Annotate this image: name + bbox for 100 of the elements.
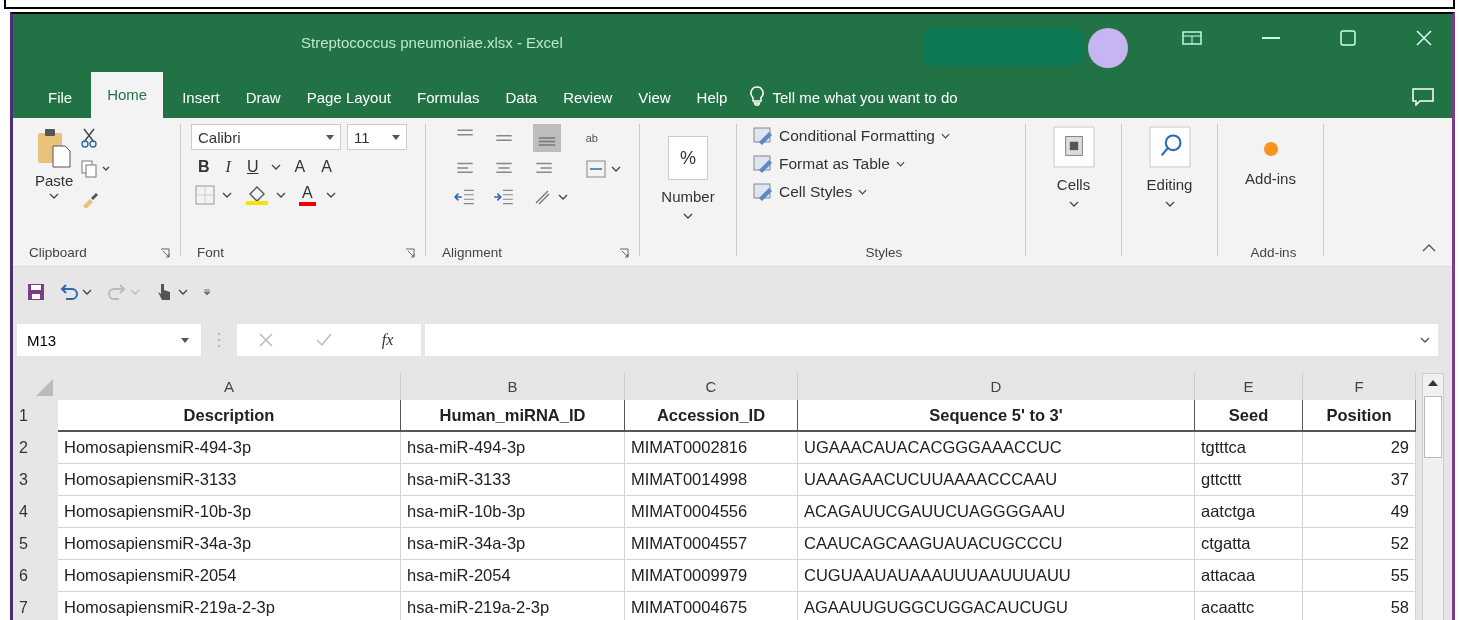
ribbon-tab[interactable]: Help [683, 78, 741, 118]
maximize-icon[interactable] [1340, 30, 1356, 46]
ribbon-tab[interactable]: Formulas [403, 78, 493, 118]
scroll-up-icon[interactable] [1428, 380, 1438, 386]
group-label: Add-ins [1250, 245, 1297, 260]
italic-button[interactable]: I [222, 158, 234, 176]
editing-button[interactable]: Editing [1146, 176, 1193, 193]
wrap-text-button[interactable]: ab [585, 132, 598, 144]
caret-icon[interactable] [895, 161, 905, 167]
caret-icon[interactable] [392, 134, 400, 140]
bottom-align-icon[interactable] [532, 124, 561, 152]
ribbon-display-icon[interactable] [1182, 31, 1202, 45]
ribbon-tab[interactable]: Data [492, 78, 551, 118]
table-cell: MIMAT0014998 [625, 464, 798, 496]
dialog-launcher-icon[interactable] [405, 247, 415, 258]
table-cell: tgtttca [1195, 432, 1303, 464]
underline-button[interactable]: U [243, 158, 262, 176]
caret-icon[interactable] [858, 189, 868, 195]
dialog-launcher-icon[interactable] [619, 247, 629, 258]
insert-function-button[interactable]: fx [375, 330, 400, 350]
customize-toolbar-icon[interactable] [203, 288, 211, 296]
scroll-thumb[interactable] [1424, 396, 1442, 458]
number-format-button[interactable]: Number [661, 188, 715, 205]
merge-icon[interactable] [585, 159, 622, 179]
collapse-ribbon-icon[interactable] [1422, 244, 1436, 252]
row-header[interactable]: 2 [13, 432, 58, 464]
avatar[interactable] [1088, 28, 1128, 68]
table-style-icon [753, 182, 773, 202]
formula-input[interactable] [425, 324, 1438, 356]
vertical-scrollbar[interactable] [1422, 373, 1444, 620]
ribbon-tab[interactable]: File [35, 78, 86, 118]
styles-menu-button[interactable]: Conditional Formatting [753, 126, 1015, 146]
caret-icon[interactable] [940, 133, 950, 139]
ribbon-tab[interactable]: Page Layout [293, 78, 404, 118]
caret-icon[interactable] [271, 164, 282, 170]
row-header[interactable]: 3 [13, 464, 58, 496]
table-cell: Sequence 5' to 3' [798, 400, 1195, 432]
ribbon-tab[interactable]: View [625, 78, 684, 118]
search-prompt[interactable]: Tell me what you want to do [772, 78, 958, 118]
font-name-field[interactable]: Calibri [191, 124, 341, 150]
lightbulb-icon[interactable] [750, 86, 765, 106]
dialog-launcher-icon[interactable] [160, 247, 170, 258]
cut-icon[interactable] [81, 128, 98, 148]
save-icon[interactable] [27, 283, 45, 301]
table-cell: 52 [1303, 528, 1416, 560]
table-cell: 55 [1303, 560, 1416, 592]
ribbon-tab[interactable]: Review [550, 78, 626, 118]
caret-icon[interactable] [181, 337, 189, 343]
table-cell: HomosapiensmiR-10b-3p [58, 496, 401, 528]
close-icon[interactable] [1416, 30, 1432, 46]
group-label: Font [197, 245, 224, 260]
row-header[interactable]: 5 [13, 528, 58, 560]
font-color-button[interactable]: A [299, 184, 316, 206]
comment-icon[interactable] [1412, 88, 1434, 106]
table-cell: hsa-miR-34a-3p [401, 528, 625, 560]
row-header[interactable]: 1 [13, 400, 58, 432]
add-ins-button[interactable]: Add-ins [1245, 170, 1296, 187]
more-icon [217, 332, 221, 348]
bold-button[interactable]: B [195, 158, 213, 176]
table-cell: HomosapiensmiR-3133 [58, 464, 401, 496]
expand-icon[interactable] [1420, 337, 1430, 343]
copy-icon[interactable] [81, 160, 112, 178]
row-header[interactable]: 4 [13, 496, 58, 528]
shrink-font-button[interactable]: A [318, 158, 335, 176]
table-style-icon [753, 126, 773, 146]
caret-icon[interactable] [1164, 201, 1175, 207]
caret-icon[interactable] [49, 193, 60, 199]
search-icon[interactable] [1148, 126, 1191, 168]
row-header[interactable]: 7 [13, 592, 58, 620]
caret-icon[interactable] [326, 134, 334, 140]
cells-icon[interactable] [1052, 126, 1095, 168]
ribbon-tab[interactable]: Draw [232, 78, 294, 118]
table-cell: 29 [1303, 432, 1416, 464]
grow-font-button[interactable]: A [291, 158, 309, 176]
percent-box[interactable]: % [668, 136, 708, 180]
group-label: Styles [865, 245, 903, 260]
ribbon-tab[interactable]: Insert [169, 78, 233, 118]
styles-menu-button[interactable]: Format as Table [753, 154, 1015, 174]
touch-mode-icon[interactable] [155, 282, 189, 302]
caret-icon[interactable] [325, 192, 336, 198]
table-cell: HomosapiensmiR-34a-3p [58, 528, 401, 560]
undo-icon[interactable] [59, 283, 93, 301]
styles-menu-button[interactable]: Cell Styles [753, 182, 1015, 202]
table-cell: MIMAT0004556 [625, 496, 798, 528]
table-cell: MIMAT0004557 [625, 528, 798, 560]
table-cell: MIMAT0002816 [625, 432, 798, 464]
font-size-field[interactable]: 11 [347, 124, 407, 150]
caret-icon[interactable] [683, 213, 693, 219]
name-box[interactable]: M13 [17, 324, 201, 356]
paste-button[interactable]: Paste [35, 124, 74, 208]
table-cell: hsa-miR-3133 [401, 464, 625, 496]
row-header[interactable]: 6 [13, 560, 58, 592]
ribbon-tab[interactable]: Home [91, 72, 164, 118]
table-cell: UAAAGAACUCUUAAAACCCAAU [798, 464, 1195, 496]
format-painter-icon[interactable] [81, 190, 100, 208]
caret-icon[interactable] [1068, 201, 1079, 207]
cells-button[interactable]: Cells [1056, 176, 1091, 193]
group-label: Clipboard [29, 245, 87, 260]
table-cell: MIMAT0009979 [625, 560, 798, 592]
table-cell: HomosapiensmiR-494-3p [58, 432, 401, 464]
